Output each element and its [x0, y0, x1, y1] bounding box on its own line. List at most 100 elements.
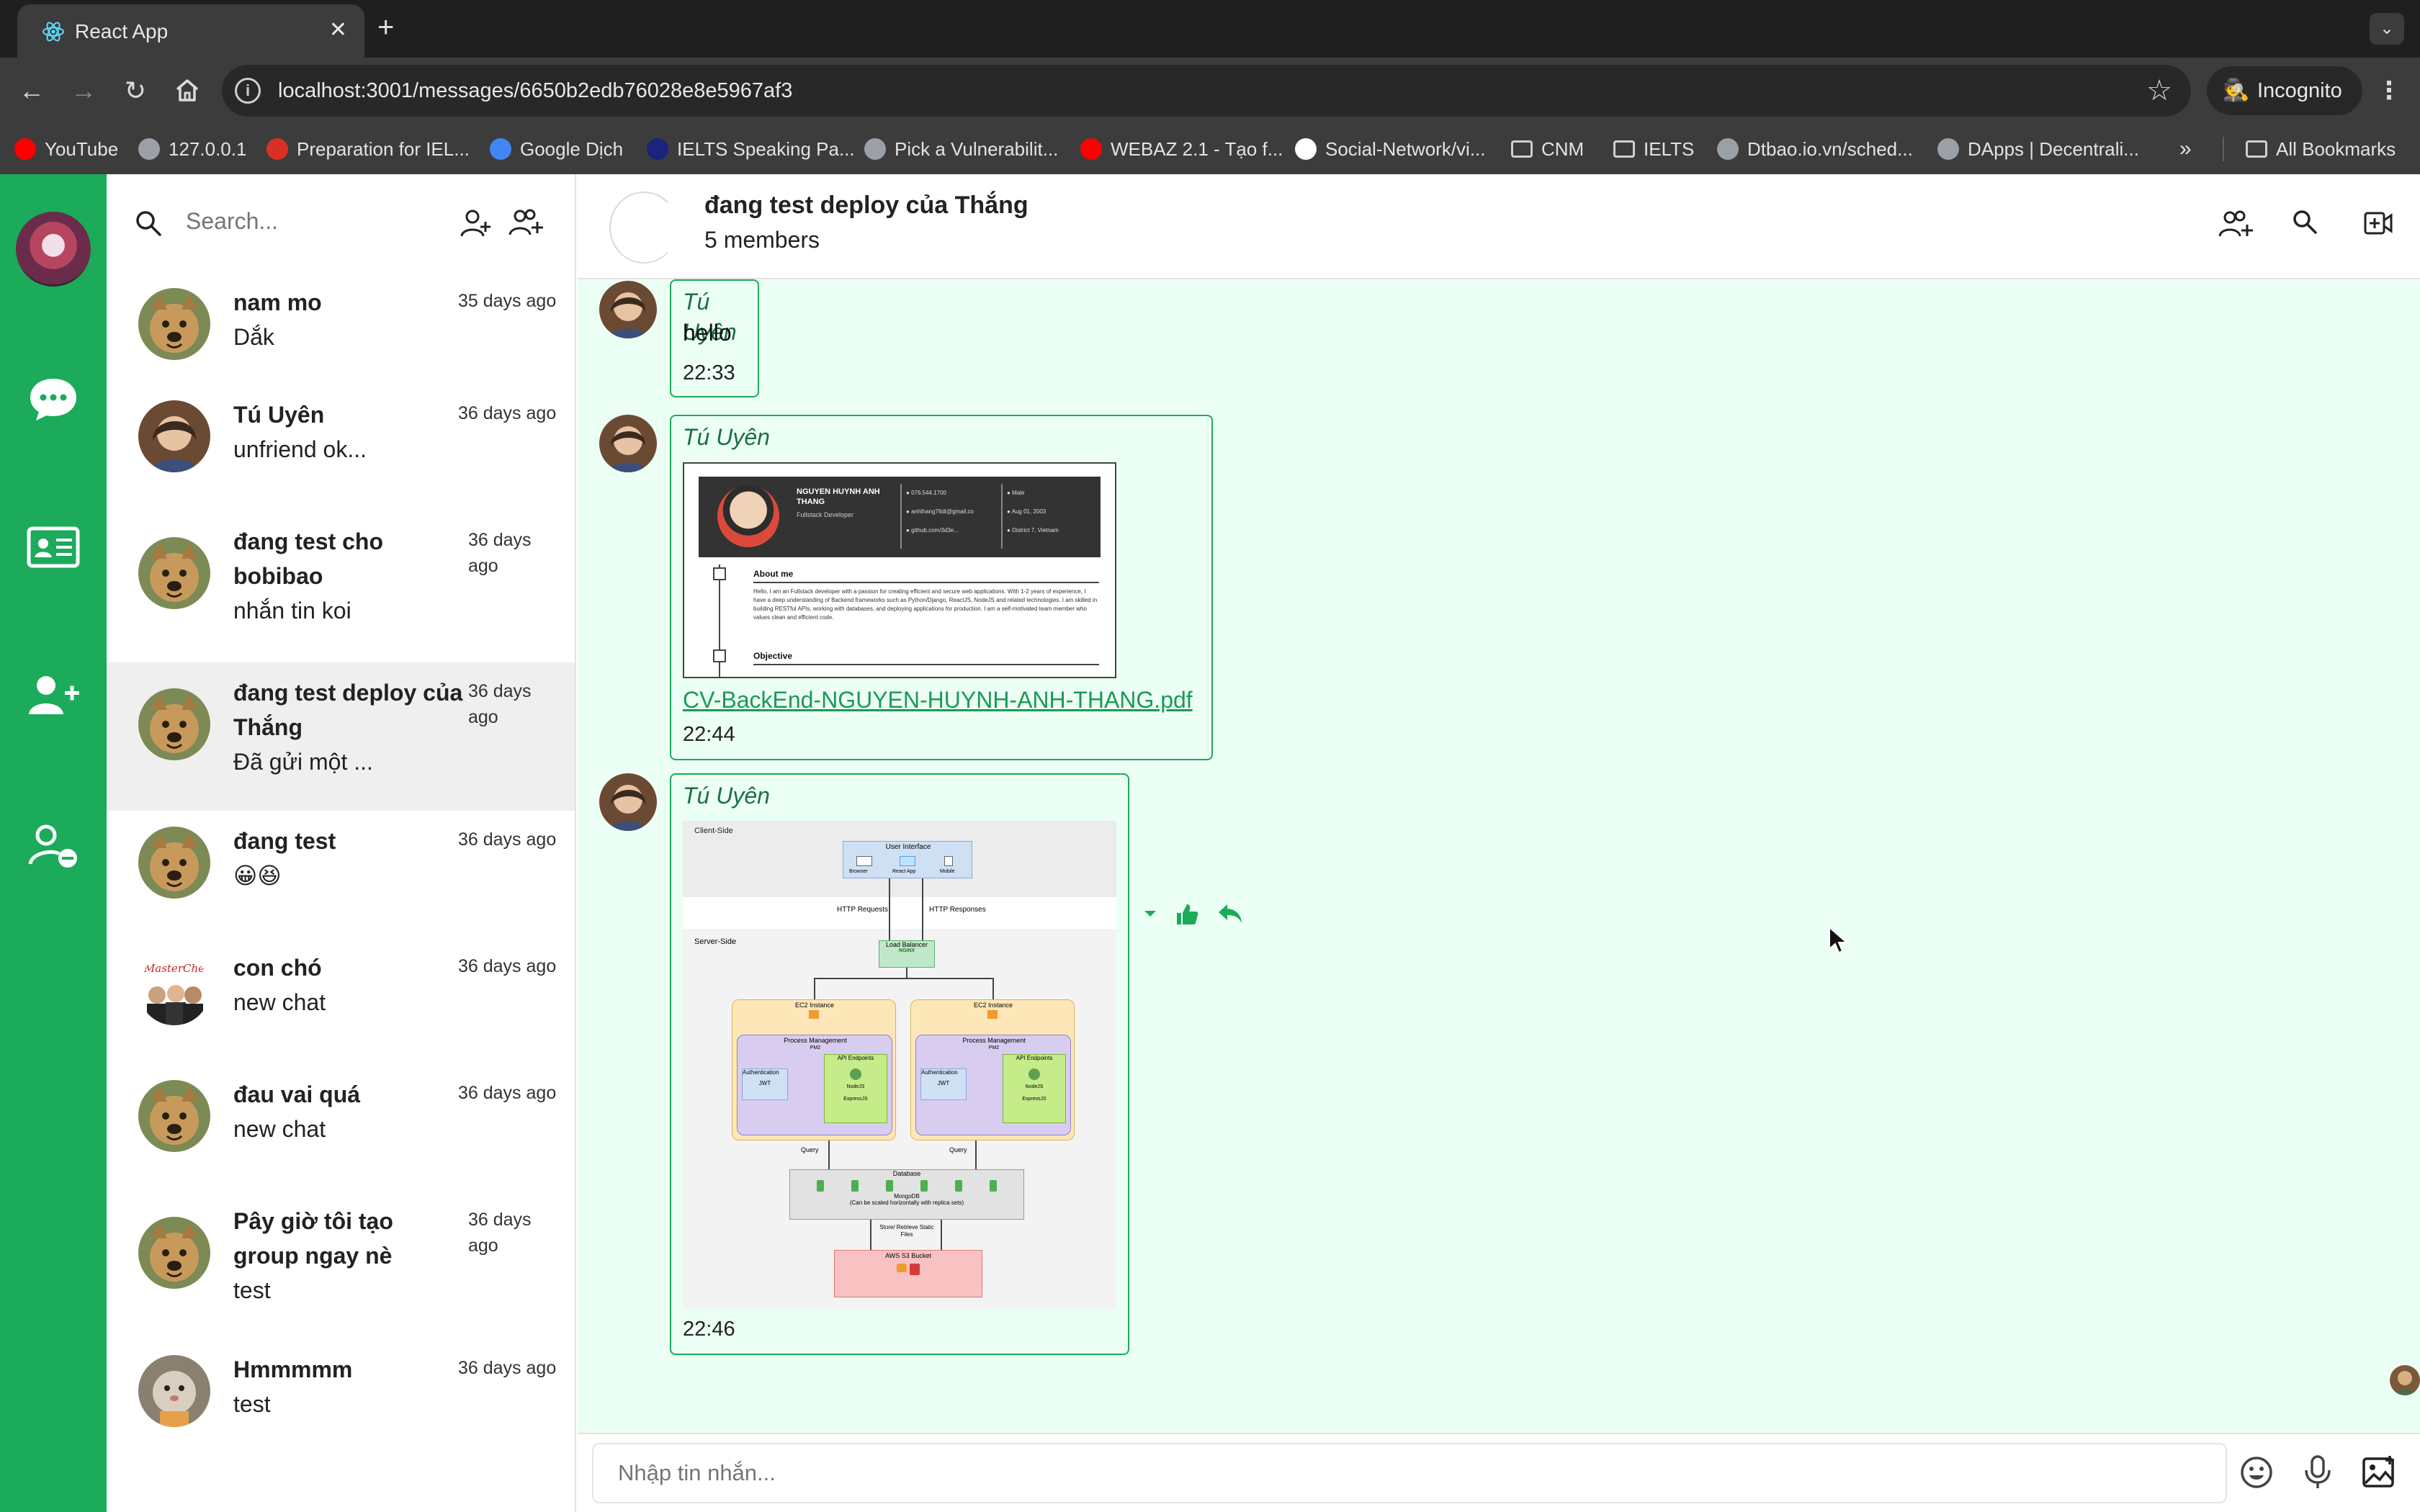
ec2-icon	[809, 1010, 819, 1019]
bookmark-item[interactable]: DApps | Decentrali...	[1937, 135, 2139, 163]
microphone-icon[interactable]	[2302, 1454, 2334, 1490]
bookmark-star-icon[interactable]: ☆	[2146, 75, 2172, 107]
sender-avatar[interactable]	[599, 281, 657, 338]
cv-preview-image[interactable]: NGUYEN HUYNH ANH THANG Fullstack Develop…	[683, 462, 1116, 678]
conversation-avatar: MasterChe	[138, 953, 210, 1025]
bookmark-item[interactable]: 127.0.0.1	[138, 135, 246, 163]
conversation-name: đang test cho bobibao	[233, 528, 384, 589]
auth-label: Authentication	[743, 1069, 779, 1076]
jwt-label: JWT	[758, 1080, 771, 1086]
user-interface-box: User Interface Browser React App Mobile	[843, 841, 972, 878]
emoji-icon[interactable]	[2238, 1454, 2275, 1490]
bookmark-item[interactable]: CNM	[1511, 135, 1584, 163]
mongodb-label: MongoDB	[894, 1193, 920, 1200]
conversation-name: đang test deploy của Thắng	[233, 680, 463, 740]
chat-bubble-icon[interactable]	[24, 370, 82, 428]
conversation-item[interactable]: Hmmmmm test 36 days ago	[107, 1339, 575, 1466]
sender-avatar[interactable]	[599, 773, 657, 831]
create-group-button[interactable]	[507, 206, 544, 240]
nodejs-icon	[850, 1068, 861, 1080]
bookmark-item[interactable]: Pick a Vulnerabilit...	[864, 135, 1058, 163]
mobile-label: Mobile	[940, 869, 955, 874]
more-bookmarks-icon[interactable]: »	[2179, 135, 2192, 163]
incognito-label: Incognito	[2257, 79, 2342, 102]
message-bubble[interactable]: Tú Uyên hello 22:33	[670, 279, 759, 397]
user-avatar[interactable]	[16, 212, 91, 287]
chat-panel: đang test deploy của Thắng 5 members Tú …	[578, 174, 2420, 1512]
conversation-item[interactable]: Pây giờ tôi tạo group ngay nè test 36 days…	[107, 1191, 575, 1339]
add-member-icon[interactable]	[2217, 207, 2256, 243]
message-bubble[interactable]: Tú Uyên NGUYEN HUYNH ANH THANG Fullstack…	[670, 415, 1213, 760]
home-icon[interactable]	[170, 73, 205, 108]
contact-card-icon[interactable]	[24, 518, 82, 576]
new-tab-button[interactable]: +	[377, 13, 394, 42]
group-avatar[interactable]	[609, 192, 678, 264]
reload-icon[interactable]: ↻	[118, 73, 153, 108]
favicon-icon	[647, 138, 668, 160]
conversation-time: 36 days ago	[468, 681, 532, 727]
bookmark-item[interactable]: WEBAZ 2.1 - Tạo f...	[1080, 135, 1283, 163]
sender-avatar[interactable]	[599, 415, 657, 472]
browser-tab[interactable]: React App ✕	[17, 4, 364, 58]
bookmark-label: DApps | Decentrali...	[1968, 138, 2139, 160]
favicon-icon	[266, 138, 288, 160]
bookmark-item[interactable]: YouTube	[14, 135, 118, 163]
message-options-caret-icon[interactable]	[1142, 909, 1158, 919]
bookmark-label: Preparation for IEL...	[297, 138, 470, 160]
conversation-item[interactable]: nam mo Dắk 35 days ago	[107, 272, 575, 384]
conversation-item[interactable]: đang test 😀😆 36 days ago	[107, 811, 575, 937]
all-bookmarks-label: All Bookmarks	[2276, 138, 2396, 160]
back-arrow-icon[interactable]: ←	[14, 73, 49, 108]
group-member-count[interactable]: 5 members	[704, 223, 820, 256]
video-call-icon[interactable]	[2362, 207, 2394, 239]
add-friend-icon[interactable]	[24, 667, 82, 724]
site-info-icon[interactable]: i	[235, 78, 261, 104]
bookmark-label: Pick a Vulnerabilit...	[895, 138, 1059, 160]
search-icon[interactable]	[134, 209, 163, 238]
bookmark-item[interactable]: IELTS Speaking Pa...	[647, 135, 855, 163]
add-friend-button[interactable]	[458, 206, 493, 240]
favicon-icon	[138, 138, 160, 160]
load-balancer-label: Load Balancer	[885, 941, 928, 948]
file-link[interactable]: CV-BackEnd-NGUYEN-HUYNH-ANH-THANG.pdf	[683, 684, 1193, 716]
search-messages-icon[interactable]	[2290, 207, 2319, 236]
storage-arrow	[941, 1220, 942, 1250]
bookmark-item[interactable]: Preparation for IEL...	[266, 135, 470, 163]
tab-search-chevron-icon[interactable]: ⌄	[2370, 13, 2404, 45]
bookmark-item[interactable]: IELTS	[1613, 135, 1694, 163]
search-input[interactable]	[186, 203, 445, 239]
like-thumb-icon[interactable]	[1174, 901, 1200, 927]
browser-menu-icon[interactable]: ⋮	[2377, 75, 2401, 107]
conversation-item[interactable]: đang test cho bobibao nhắn tin koi 36 days…	[107, 511, 575, 662]
bookmark-item[interactable]: Social-Network/vi...	[1295, 135, 1486, 163]
message-input[interactable]	[592, 1443, 2227, 1503]
bookmark-item[interactable]: Dtbao.io.vn/sched...	[1717, 135, 1913, 163]
browser-icon	[856, 856, 872, 866]
message-time: 22:44	[683, 723, 735, 746]
architecture-diagram-image[interactable]: Client-Side User Interface Browser React…	[683, 821, 1116, 1309]
static-files-label: Store/ Retrieve Static Files	[879, 1224, 934, 1238]
message-bubble[interactable]: Tú Uyên Client-Side User Interface Brows…	[670, 773, 1129, 1355]
all-bookmarks[interactable]: All Bookmarks	[2246, 135, 2396, 163]
cv-rule	[753, 582, 1099, 583]
conversation-last-message: test	[233, 1391, 271, 1417]
conversation-item[interactable]: đang test deploy của Thắng Đã gửi một ...…	[107, 662, 575, 811]
folder-icon	[1511, 140, 1533, 158]
http-requests-label: HTTP Requests	[837, 906, 888, 914]
browser-toolbar: ← → ↻ i localhost:3001/messages/6650b2ed…	[0, 58, 2420, 124]
forward-arrow-icon[interactable]: →	[66, 73, 101, 108]
image-upload-icon[interactable]	[2361, 1454, 2397, 1490]
bookmark-item[interactable]: Google Dịch	[490, 135, 623, 163]
reply-arrow-icon[interactable]	[1217, 900, 1245, 927]
tab-close-icon[interactable]: ✕	[329, 17, 347, 43]
conversation-item[interactable]: đau vai quá new chat 36 days ago	[107, 1064, 575, 1191]
conversation-item[interactable]: MasterChe con chó new chat 36 days ago	[107, 937, 575, 1064]
conversation-last-message: unfriend ok...	[233, 436, 367, 462]
address-bar[interactable]: i localhost:3001/messages/6650b2edb76028…	[222, 65, 2191, 117]
cv-dob: Aug 01, 2003	[1011, 508, 1047, 515]
query-label: Query	[949, 1146, 967, 1153]
remove-friend-icon[interactable]	[24, 816, 82, 874]
incognito-badge[interactable]: 🕵 Incognito	[2207, 66, 2362, 115]
conversation-name: Pây giờ tôi tạo group ngay nè	[233, 1208, 393, 1269]
conversation-item[interactable]: Tú Uyên unfriend ok... 36 days ago	[107, 384, 575, 511]
